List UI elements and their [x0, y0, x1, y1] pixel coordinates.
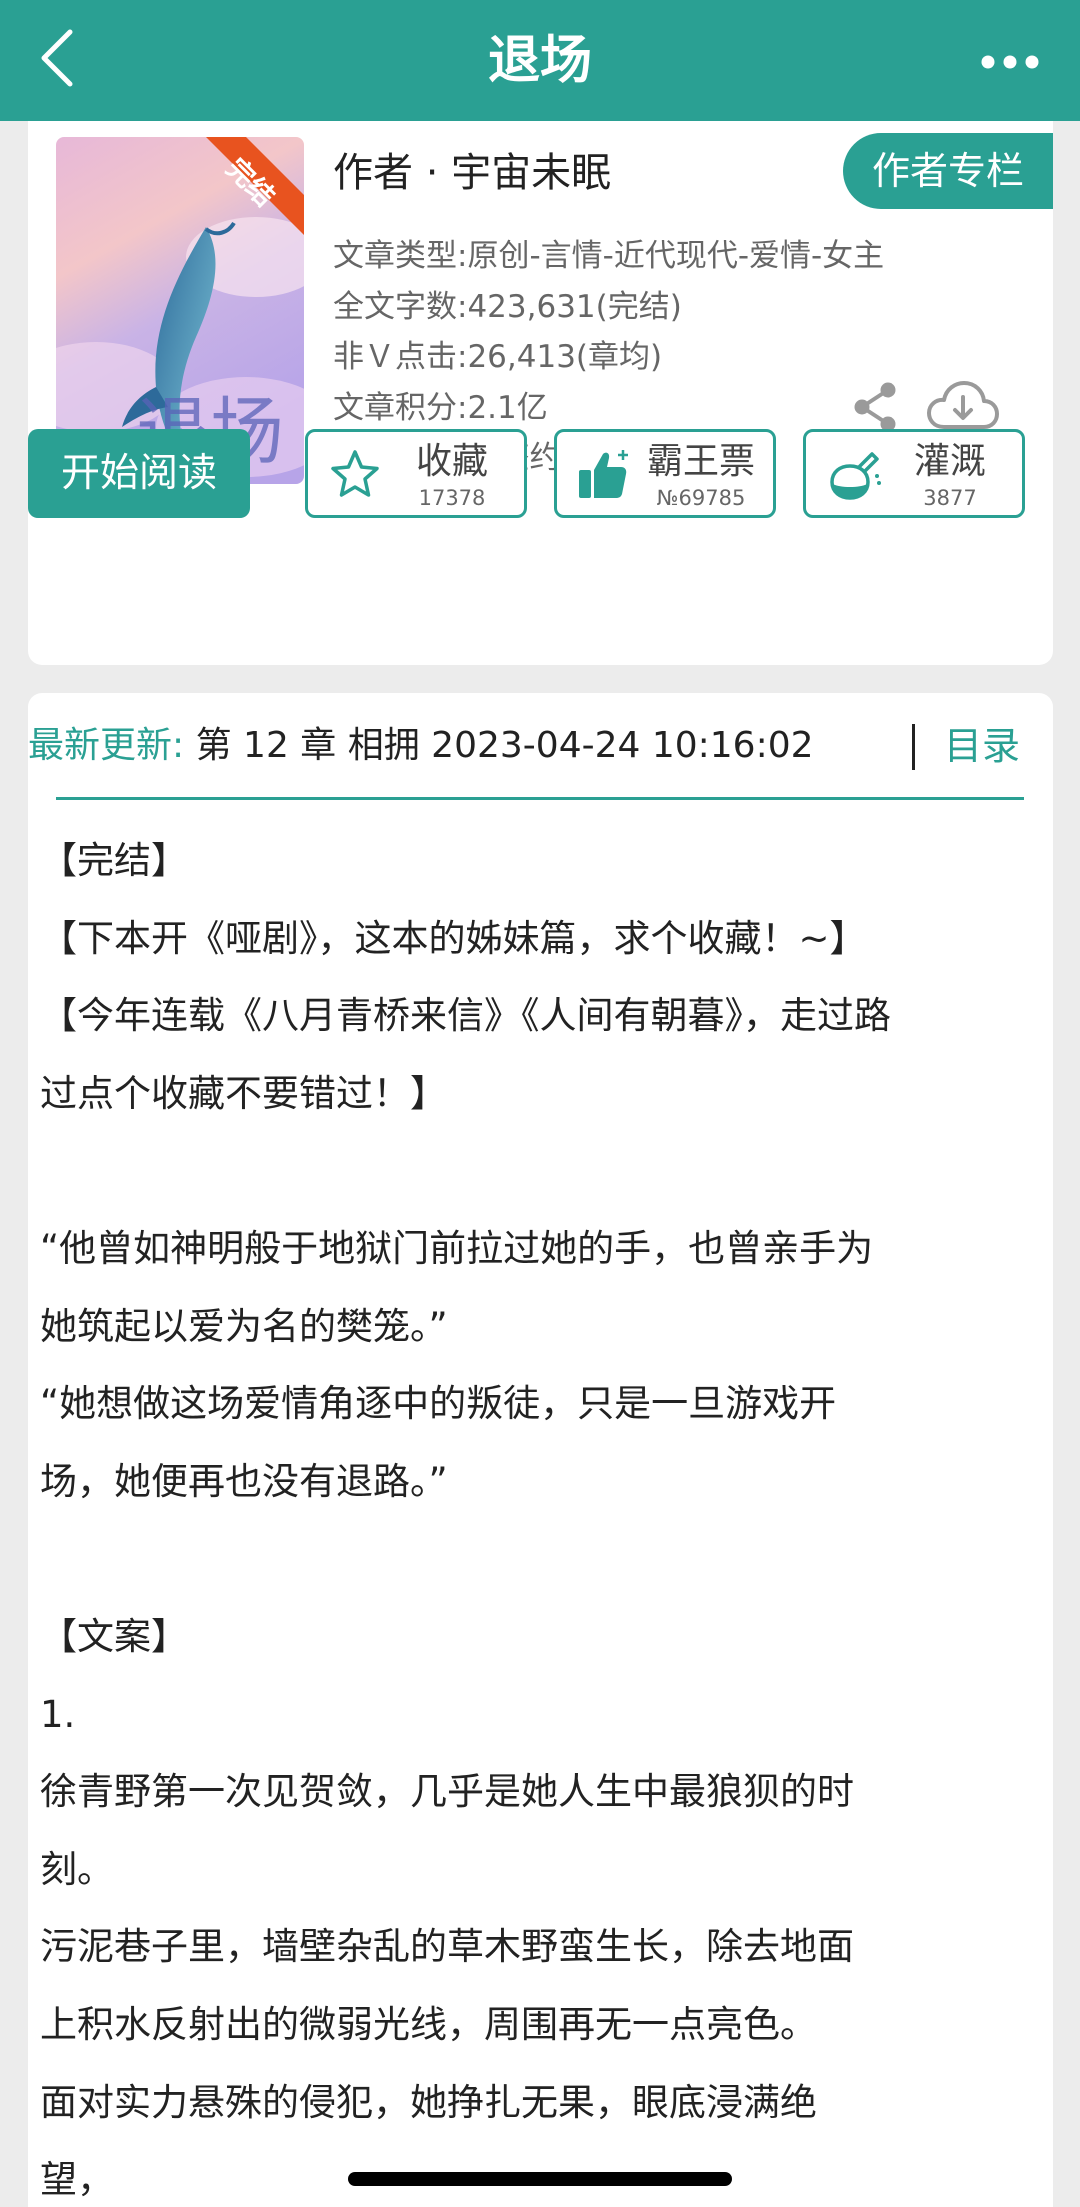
- start-reading-button[interactable]: 开始阅读: [28, 429, 250, 518]
- description-line: 【文案】: [40, 1614, 188, 1658]
- more-dots-icon: [981, 55, 1039, 69]
- download-button[interactable]: [926, 377, 1000, 437]
- share-icon: [854, 382, 896, 432]
- description-line: [40, 1132, 1030, 1210]
- toc-link[interactable]: 目录: [944, 720, 1020, 772]
- meta-clicks: 非Ｖ点击:26,413(章均): [333, 339, 663, 375]
- book-info-card: 退场 完结 作者 · 宇宙未眠 作者专栏 文章类型:原创-言情-近代现代-爱情-…: [28, 121, 1053, 665]
- author-name[interactable]: 作者 · 宇宙未眠: [333, 145, 611, 201]
- more-button[interactable]: [970, 30, 1050, 90]
- description-line: 徐青野第一次见贺敛，几乎是她人生中最狼狈的时: [40, 1770, 854, 1814]
- vote-count: №69785: [656, 486, 746, 510]
- description-line: [40, 1520, 1030, 1598]
- description-line: 面对实力悬殊的侵犯，她挣扎无果，眼底浸满绝: [40, 2080, 817, 2124]
- description-line: 过点个收藏不要错过！】: [40, 1071, 447, 1115]
- description-line: 【下本开《哑剧》，这本的姊妹篇，求个收藏！~】: [40, 916, 867, 960]
- water-button[interactable]: 灌溉 3877: [803, 429, 1025, 518]
- vote-button[interactable]: 霸王票 №69785: [554, 429, 776, 518]
- description-line: 1.: [40, 1692, 76, 1736]
- latest-update-label: 最新更新:: [28, 725, 185, 766]
- description-line: “他曾如神明般于地狱门前拉过她的手，也曾亲手为: [40, 1226, 874, 1270]
- section-divider: [56, 797, 1024, 800]
- meta-word-count: 全文字数:423,631(完结): [333, 288, 682, 325]
- thumbs-up-icon: [579, 450, 628, 498]
- description-line: “她想做这场爱情角逐中的叛徒，只是一旦游戏开: [40, 1382, 837, 1426]
- top-bar: 退场: [0, 0, 1080, 121]
- description-line: 场，她便再也没有退路。”: [40, 1459, 448, 1503]
- description-line: 【完结】: [40, 839, 188, 882]
- water-label: 灌溉: [913, 441, 986, 482]
- nutrient-flask-icon: [830, 452, 881, 500]
- cloud-download-icon: [927, 381, 999, 429]
- description-line: 她筑起以爱为名的樊笼。”: [40, 1304, 448, 1348]
- page-title: 退场: [487, 31, 592, 91]
- vote-label: 霸王票: [646, 441, 755, 482]
- update-divider: [912, 724, 915, 770]
- latest-update-text: 第 12 章 相拥 2023-04-24 10:16:02: [195, 725, 814, 766]
- book-description: 【完结】 【下本开《哑剧》，这本的姊妹篇，求个收藏！~】 【今年连载《八月青桥来…: [40, 822, 1030, 2207]
- author-column-button[interactable]: 作者专栏: [843, 133, 1053, 209]
- water-count: 3877: [923, 486, 977, 510]
- star-icon: [331, 450, 379, 497]
- description-line: 刻。: [40, 1847, 114, 1891]
- description-line: 污泥巷子里，墙壁杂乱的草木野蛮生长，除去地面: [40, 1925, 854, 1969]
- meta-genre: 文章类型:原创-言情-近代现代-爱情-女主: [333, 238, 885, 274]
- meta-score: 文章积分:2.1亿: [333, 389, 548, 426]
- favorite-count: 17378: [418, 486, 486, 510]
- latest-update[interactable]: 最新更新: 第 12 章 相拥 2023-04-24 10:16:02: [28, 720, 1024, 772]
- share-button[interactable]: [848, 377, 904, 437]
- description-line: 【今年连载《八月青桥来信》《人间有朝暮》，走过路: [40, 994, 891, 1038]
- favorite-button[interactable]: 收藏 17378: [305, 429, 527, 518]
- description-line: 上积水反射出的微弱光线，周围再无一点亮色。: [40, 2002, 817, 2046]
- home-indicator[interactable]: [348, 2172, 732, 2186]
- favorite-label: 收藏: [415, 441, 488, 482]
